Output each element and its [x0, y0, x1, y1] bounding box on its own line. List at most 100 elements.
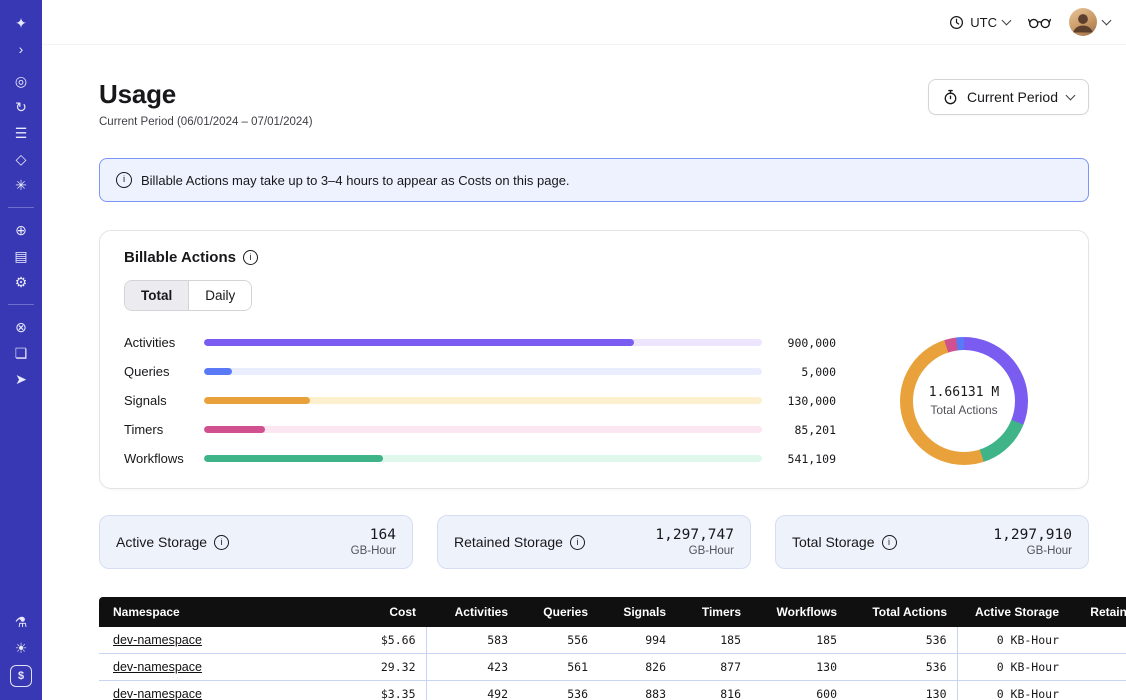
retained-storage-unit: GB-Hour [655, 545, 734, 557]
donut-wrap: 1.66131 M Total Actions [864, 337, 1064, 465]
app-root: ✦› ◎↻☰◇✳ ⊕▤⚙ ⊗❏➤ ⚗☀ $ UTC [0, 0, 1126, 700]
chevron-down-icon [1102, 16, 1112, 26]
sidebar: ✦› ◎↻☰◇✳ ⊕▤⚙ ⊗❏➤ ⚗☀ $ [0, 0, 42, 700]
cell-signals: 826 [598, 654, 676, 681]
rocket-icon[interactable]: ➤ [9, 367, 33, 391]
collapse-chevron-icon[interactable]: › [9, 37, 33, 61]
swirl-icon[interactable]: ◎ [9, 69, 33, 93]
globe-icon[interactable]: ⊕ [9, 218, 33, 242]
credit-card-icon[interactable]: ▤ [9, 244, 33, 268]
active-storage-card: Active Storage 164 GB-Hour [99, 515, 413, 569]
bar-label: Activities [124, 335, 192, 350]
cell-active-storage: 0 KB-Hour [957, 654, 1069, 681]
namespace-link[interactable]: dev-namespace [113, 687, 202, 700]
glasses-glyph [1028, 16, 1051, 29]
bar-value: 130,000 [774, 394, 836, 408]
usage-page: Usage Current Period (06/01/2024 – 07/01… [42, 45, 1126, 700]
tab-total[interactable]: Total [125, 281, 189, 310]
history-clock-icon[interactable]: ↻ [9, 95, 33, 119]
temporal-logo-icon[interactable]: ✦ [9, 11, 33, 35]
avatar-silhouette [1069, 8, 1097, 36]
bar-label: Queries [124, 364, 192, 379]
cell-retained-storage: 0 KB-Hour [1069, 627, 1126, 654]
circle-cross-icon[interactable]: ⊗ [9, 315, 33, 339]
active-storage-value: 164 [351, 527, 396, 543]
active-storage-unit: GB-Hour [351, 545, 396, 557]
bar-label: Timers [124, 422, 192, 437]
bar-fill [204, 339, 634, 346]
support-glasses-icon[interactable] [1028, 16, 1051, 29]
chevron-down-icon [1002, 16, 1012, 26]
table-row: dev-namespace29.324235618268771305360 KB… [99, 654, 1126, 681]
bar-track [204, 426, 762, 433]
sun-icon[interactable]: ☀ [9, 636, 33, 660]
cell-retained-storage: 0 KB-Hour [1069, 681, 1126, 700]
period-button-label: Current Period [967, 89, 1058, 105]
cell-active-storage: 0 KB-Hour [957, 681, 1069, 700]
dollar-credits-icon[interactable]: $ [10, 665, 32, 687]
bar-fill [204, 397, 310, 404]
layers-icon[interactable]: ☰ [9, 121, 33, 145]
bar-value: 5,000 [774, 365, 836, 379]
table-row: dev-namespace$5.665835569941851855360 KB… [99, 627, 1126, 654]
stat-value-block: 1,297,910 GB-Hour [993, 527, 1072, 557]
bar-track [204, 339, 762, 346]
sparkle-icon[interactable]: ✳ [9, 173, 33, 197]
table-head: NamespaceCostActivitiesQueriesSignalsTim… [99, 597, 1126, 627]
bar-row-queries: Queries 5,000 [124, 364, 836, 379]
cell-workflows: 600 [751, 681, 847, 700]
cell-cost: 29.32 [338, 654, 426, 681]
cube-icon[interactable]: ◇ [9, 147, 33, 171]
bar-fill [204, 455, 383, 462]
gear-icon[interactable]: ⚙ [9, 270, 33, 294]
column-header-cost: Cost [338, 597, 426, 627]
user-avatar [1069, 8, 1097, 36]
column-header-workflows: Workflows [751, 597, 847, 627]
cell-cost: $5.66 [338, 627, 426, 654]
sidebar-group: ⊕▤⚙ [8, 207, 34, 295]
flask-icon[interactable]: ⚗ [9, 610, 33, 634]
bar-row-workflows: Workflows541,109 [124, 451, 836, 466]
book-icon[interactable]: ❏ [9, 341, 33, 365]
topbar: UTC [42, 0, 1126, 45]
period-selector-button[interactable]: Current Period [928, 79, 1089, 115]
cell-active-storage: 0 KB-Hour [957, 627, 1069, 654]
timezone-selector[interactable]: UTC [949, 15, 1010, 30]
info-icon[interactable] [214, 535, 229, 550]
cell-total-actions: 130 [847, 681, 957, 700]
page-head: Usage Current Period (06/01/2024 – 07/01… [99, 79, 1089, 128]
page-title-block: Usage Current Period (06/01/2024 – 07/01… [99, 79, 313, 128]
clock-icon [949, 15, 964, 30]
storage-cards: Active Storage 164 GB-Hour Retained Stor… [99, 515, 1089, 569]
donut-chart: 1.66131 M Total Actions [900, 337, 1028, 465]
bar-track [204, 455, 762, 462]
cell-retained-storage: 0 KB-Hour [1069, 654, 1126, 681]
namespace-link[interactable]: dev-namespace [113, 660, 202, 674]
card-title-row: Billable Actions [124, 249, 1064, 266]
column-header-activities: Activities [426, 597, 518, 627]
info-icon[interactable] [882, 535, 897, 550]
cell-cost: $3.35 [338, 681, 426, 700]
bar-label: Signals [124, 393, 192, 408]
page-title: Usage [99, 79, 313, 110]
total-actions-label: Total Actions [930, 403, 997, 417]
account-menu[interactable] [1069, 8, 1110, 36]
retained-storage-card: Retained Storage 1,297,747 GB-Hour [437, 515, 751, 569]
cell-namespace: dev-namespace [99, 654, 338, 681]
bar-value: 900,000 [774, 336, 836, 350]
billable-actions-card: Billable Actions Total Daily Activities 9… [99, 230, 1089, 489]
billable-actions-title: Billable Actions [124, 249, 236, 266]
current-period-subtitle: Current Period (06/01/2024 – 07/01/2024) [99, 116, 313, 128]
tab-daily[interactable]: Daily [189, 281, 251, 310]
cell-queries: 556 [518, 627, 598, 654]
cell-activities: 583 [426, 627, 518, 654]
sidebar-top: ✦› ◎↻☰◇✳ ⊕▤⚙ ⊗❏➤ [0, 10, 42, 392]
usage-table: NamespaceCostActivitiesQueriesSignalsTim… [99, 597, 1126, 700]
info-icon[interactable] [243, 250, 258, 265]
column-header-retained-storage: Retained Storage [1069, 597, 1126, 627]
info-icon[interactable] [570, 535, 585, 550]
total-storage-label: Total Storage [792, 534, 875, 550]
table-body: dev-namespace$5.665835569941851855360 KB… [99, 627, 1126, 700]
namespace-link[interactable]: dev-namespace [113, 633, 202, 647]
bar-row-signals: Signals 130,000 [124, 393, 836, 408]
